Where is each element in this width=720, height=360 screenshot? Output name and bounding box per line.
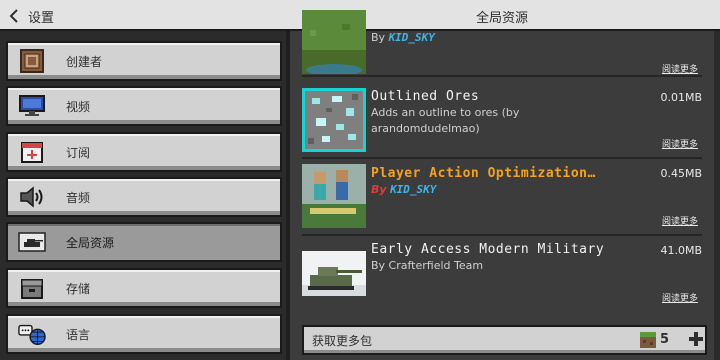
read-more-link[interactable]: 阅读更多 <box>662 62 698 75</box>
list-item[interactable]: Outlined Ores 0.01MB Adds an outline to … <box>302 83 702 159</box>
sidebar-item-audio[interactable]: 音频 <box>6 177 282 217</box>
pack-stack-icon <box>640 332 656 348</box>
monitor-icon <box>18 93 46 119</box>
pack-author: By Crafterfield Team <box>371 259 484 272</box>
sidebar-item-label: 音频 <box>66 190 91 205</box>
main-scrollbar[interactable] <box>714 31 720 360</box>
pack-thumbnail <box>302 164 366 228</box>
list-item[interactable]: Early Access Modern Military 41.0MB By C… <box>302 236 702 313</box>
read-more-link[interactable]: 阅读更多 <box>662 137 698 150</box>
sidebar-item-label: 订阅 <box>66 145 91 160</box>
get-more-packs-button[interactable]: 获取更多包 5 <box>302 325 707 355</box>
resource-pack-list: By KID_SKY 阅读更多 Outlined Ores 0.01MB Add… <box>290 10 720 360</box>
list-item[interactable]: Player Action Optimization… 0.45MB By KI… <box>302 159 702 236</box>
sidebar-item-label: 语言 <box>66 327 91 342</box>
sidebar-item-storage[interactable]: 存储 <box>6 268 282 308</box>
tank-icon <box>18 229 46 255</box>
storage-icon <box>18 275 46 301</box>
pack-size: 0.01MB <box>660 91 702 104</box>
sidebar-item-video[interactable]: 视频 <box>6 86 282 126</box>
read-more-link[interactable]: 阅读更多 <box>662 214 698 227</box>
language-icon <box>18 321 46 347</box>
read-more-link[interactable]: 阅读更多 <box>662 291 698 304</box>
creator-icon <box>18 48 46 74</box>
sidebar-item-label: 全局资源 <box>66 235 115 250</box>
pack-name: Player Action Optimization… <box>371 166 596 181</box>
plus-icon[interactable] <box>688 331 704 347</box>
sidebar-item-label: 创建者 <box>66 54 103 69</box>
sidebar-item-label: 存储 <box>66 281 91 296</box>
pack-thumbnail <box>302 88 366 152</box>
sidebar-item-creator[interactable]: 创建者 <box>6 41 282 81</box>
sidebar-item-subscription[interactable]: 订阅 <box>6 132 282 172</box>
pack-description: Adds an outline to ores (by arandomdudel… <box>371 106 520 135</box>
get-more-packs-label: 获取更多包 <box>312 334 373 348</box>
pack-name: Outlined Ores <box>371 89 480 104</box>
pack-thumbnail <box>302 251 366 296</box>
speaker-icon <box>18 184 46 210</box>
pack-name: Early Access Modern Military <box>371 242 605 257</box>
pack-author: By KID_SKY <box>371 183 437 196</box>
pack-count: 5 <box>660 332 670 347</box>
pack-size: 41.0MB <box>660 244 702 257</box>
sidebar: 创建者 视频 订阅 音频 全局资源 存储 语言 <box>0 31 290 360</box>
sidebar-item-language[interactable]: 语言 <box>6 314 282 354</box>
pack-size: 0.45MB <box>660 167 702 180</box>
subscription-icon <box>18 139 46 165</box>
pack-author: By KID_SKY <box>371 31 435 44</box>
sidebar-item-global-resources[interactable]: 全局资源 <box>6 222 282 262</box>
list-item[interactable]: By KID_SKY 阅读更多 <box>302 0 702 77</box>
sidebar-item-label: 视频 <box>66 99 91 114</box>
pack-thumbnail <box>302 10 366 74</box>
